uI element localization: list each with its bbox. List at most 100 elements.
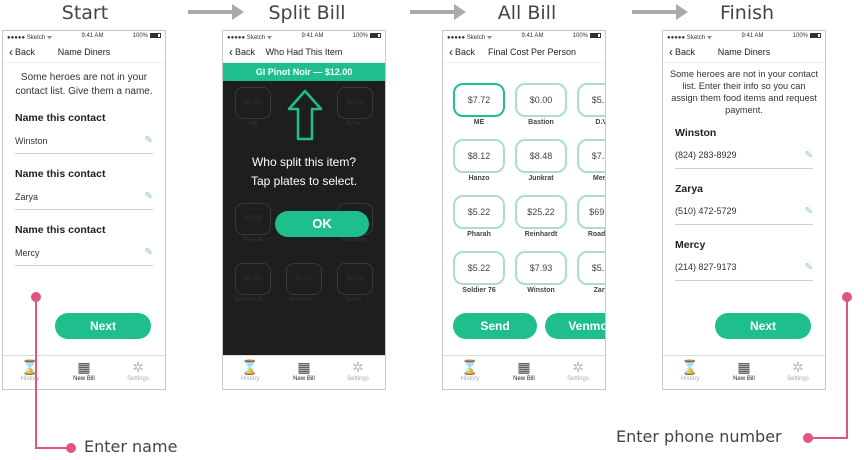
ghost-plate-label: Zarya [345,297,362,303]
phone-screen-split-bill: ●●●●● Sketch ᯤ 9:41 AM 100% ‹ Back Who Ha… [222,30,386,390]
hourglass-icon: ⌛ [681,359,699,375]
annotation-line [846,300,848,438]
name-field-zarya[interactable]: Zarya ✎ [15,184,153,210]
hourglass-icon: ⌛ [241,359,259,375]
ghost-plate: $0.00 [286,263,322,295]
battery-icon [810,33,821,38]
nav-bar: ‹ Back Who Had This Item [223,41,385,63]
hourglass-icon: ⌛ [461,359,479,375]
annotation-line [35,300,37,448]
phone-field-mercy[interactable]: (214) 827-9173 ✎ [675,255,813,281]
plate-button[interactable]: $7.72 [577,139,605,173]
overlay-message-line1: Who split this item? [251,155,357,169]
grid-icon: ▦ [517,359,531,375]
annotation-enter-name: Enter name [84,437,178,456]
arrow-up-icon [287,89,323,141]
contact-label: Name this contact [15,224,106,236]
tab-new-bill[interactable]: ▦ New Bill [277,356,331,389]
tab-bar: ⌛ History ▦ New Bill ✲ Settings [443,355,605,389]
phone-field-winston[interactable]: (824) 283-8929 ✎ [675,143,813,169]
tab-settings[interactable]: ✲ Settings [771,356,825,389]
clock: 9:41 AM [521,33,544,39]
plate-button[interactable]: $69.73 [577,195,605,229]
tab-new-bill[interactable]: ▦ New Bill [57,356,111,389]
battery: 100% [573,33,601,41]
tab-bar: ⌛ History ▦ New Bill ✲ Settings [223,355,385,389]
contact-name: Mercy [675,238,706,251]
back-button[interactable]: ‹ Back [449,46,475,58]
tab-settings[interactable]: ✲ Settings [111,356,165,389]
pencil-icon: ✎ [804,149,813,161]
phone-field-zarya[interactable]: (510) 472-5729 ✎ [675,199,813,225]
step-title-split-bill: Split Bill [268,2,346,24]
next-button[interactable]: Next [715,313,811,339]
tab-history[interactable]: ⌛ History [3,356,57,389]
back-button[interactable]: ‹ Back [669,46,695,58]
plate-button[interactable]: $25.22 [515,195,567,229]
status-bar: ●●●●● Sketch ᯤ 9:41 AM 100% [663,31,825,41]
chevron-left-icon: ‹ [669,44,673,59]
clock: 9:41 AM [301,33,324,39]
carrier-label: ●●●●● Sketch ᯤ [7,35,53,41]
tab-settings[interactable]: ✲ Settings [331,356,385,389]
plate-name: Pharah [467,231,491,238]
plate-name: Hanzo [468,175,490,182]
tab-settings[interactable]: ✲ Settings [551,356,605,389]
gear-icon: ✲ [792,359,804,375]
plate-button[interactable]: $5.22 [453,251,505,285]
ghost-plate-label: Roadhog [341,237,367,243]
plate-button[interactable]: $0.00 [515,83,567,117]
plate-name: Zarya [593,287,605,294]
plate-button[interactable]: $5.22 [453,195,505,229]
tab-new-bill[interactable]: ▦ New Bill [717,356,771,389]
grid-icon: ▦ [737,359,751,375]
status-bar: ●●●●● Sketch ᯤ 9:41 AM 100% [443,31,605,41]
status-bar: ●●●●● Sketch ᯤ 9:41 AM 100% [223,31,385,41]
plate-button[interactable]: $8.48 [515,139,567,173]
ghost-plate-label: Pharah [243,237,264,243]
pencil-icon: ✎ [144,247,153,258]
pencil-icon: ✎ [804,205,813,217]
plate-name: Junkrat [528,175,554,182]
back-button[interactable]: ‹ Back [229,46,255,58]
plate-button[interactable]: $7.93 [515,251,567,285]
plate-button[interactable]: $7.72 [453,83,505,117]
ghost-plate-label: D.Va [347,121,361,127]
tab-history[interactable]: ⌛ History [223,356,277,389]
venmo-button[interactable]: Venmo [545,313,605,339]
plate-name: Reinhardt [524,231,558,238]
tab-history[interactable]: ⌛ History [663,356,717,389]
plate-name: D.Va [595,119,605,126]
intro-text: Some heroes are not in your contact list… [15,72,153,97]
battery-icon [370,33,381,38]
name-field-winston[interactable]: Winston ✎ [15,128,153,154]
back-button[interactable]: ‹ Back [9,46,35,58]
contact-name: Zarya [675,182,704,195]
nav-bar: ‹ Back Final Cost Per Person [443,41,605,63]
plate-name: Soldier 76 [462,287,496,294]
gear-icon: ✲ [132,359,144,375]
plate-button[interactable]: $5.22 [577,251,605,285]
battery-icon [590,33,601,38]
phone-screen-finish: ●●●●● Sketch ᯤ 9:41 AM 100% ‹ Back Name D… [662,30,826,390]
tab-history[interactable]: ⌛ History [443,356,497,389]
battery: 100% [353,33,381,41]
plate-button[interactable]: $8.12 [453,139,505,173]
phone-screen-start: ●●●●● Sketch ᯤ 9:41 AM 100% ‹ Back Name D… [2,30,166,390]
plate-name: Bastion [528,119,554,126]
contact-label: Name this contact [15,112,106,124]
next-button[interactable]: Next [55,313,151,339]
name-field-mercy[interactable]: Mercy ✎ [15,240,153,266]
pencil-icon: ✎ [144,191,153,202]
chevron-left-icon: ‹ [229,44,233,59]
plate-name: ME [473,119,485,126]
status-bar: ●●●●● Sketch ᯤ 9:41 AM 100% [3,31,165,41]
item-banner: Gl Pinot Noir — $12.00 [223,63,385,81]
ok-button[interactable]: OK [275,211,369,237]
send-button[interactable]: Send [453,313,537,339]
battery: 100% [793,33,821,41]
nav-bar: ‹ Back Name Diners [663,41,825,63]
tab-new-bill[interactable]: ▦ New Bill [497,356,551,389]
plate-button[interactable]: $5.22 [577,83,605,117]
clock: 9:41 AM [741,33,764,39]
